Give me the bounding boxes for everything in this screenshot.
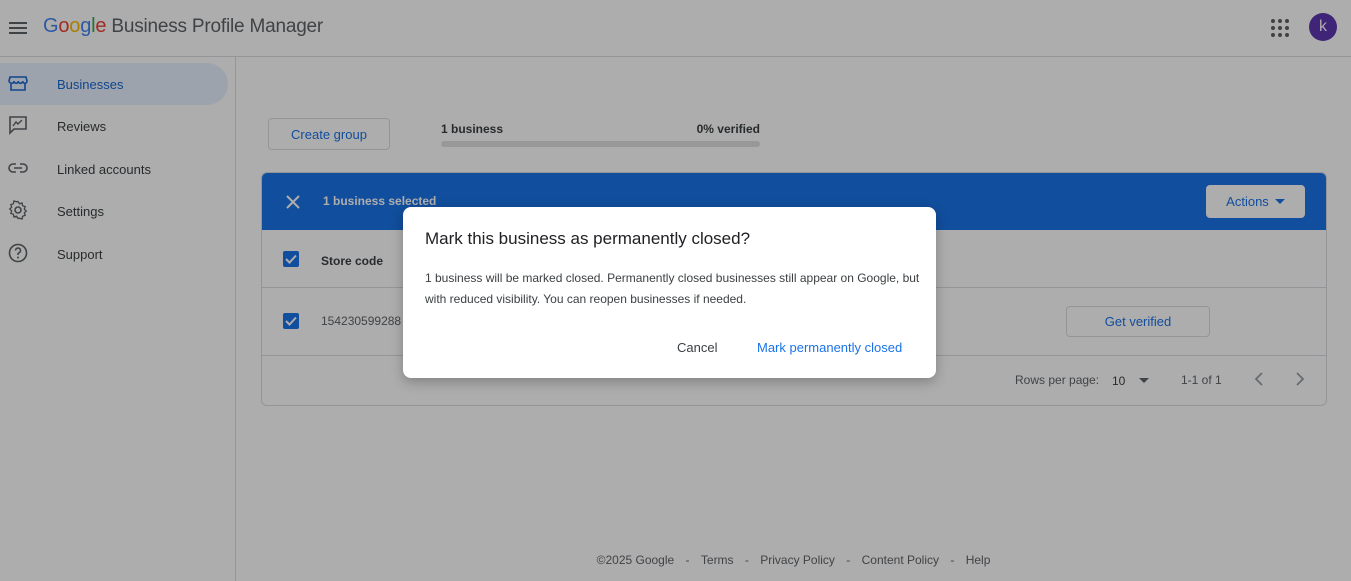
dialog-title: Mark this business as permanently closed… [425,229,751,248]
mark-permanently-closed-button[interactable]: Mark permanently closed [749,338,910,357]
confirm-close-dialog: Mark this business as permanently closed… [403,207,936,378]
app-root: Google Business Profile Manager k Busine… [0,0,1351,581]
cancel-button[interactable]: Cancel [669,338,725,357]
dialog-body: 1 business will be marked closed. Perman… [425,271,920,306]
